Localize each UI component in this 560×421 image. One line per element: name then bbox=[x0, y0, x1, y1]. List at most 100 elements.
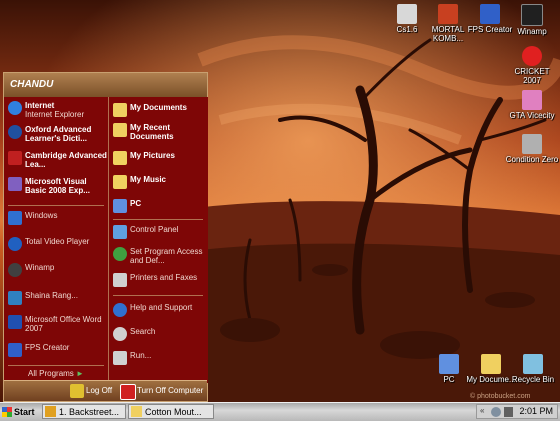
taskbar: Start 1. Backstreet... Cotton Mout... « … bbox=[0, 402, 560, 421]
desktop-icon-recycle-bin[interactable]: Recycle Bin bbox=[506, 354, 560, 384]
recent-title: Total Video Player bbox=[25, 237, 90, 246]
desktop-icon-label: GTA Vicecity bbox=[509, 111, 555, 120]
windows-flag-icon bbox=[2, 407, 12, 417]
recent-fps-creator[interactable]: FPS Creator bbox=[8, 343, 69, 357]
run[interactable]: Run... bbox=[113, 351, 151, 365]
fps-creator-icon bbox=[8, 343, 22, 357]
winamp-icon bbox=[521, 4, 543, 26]
printers-and-faxes[interactable]: Printers and Faxes bbox=[113, 273, 197, 287]
start-button[interactable]: Start bbox=[2, 404, 40, 420]
desktop-icon-gta[interactable]: GTA Vicecity bbox=[505, 90, 559, 120]
place-label: My Documents bbox=[130, 103, 187, 112]
recent-title: Shaina Rang... bbox=[25, 291, 78, 300]
network-icon[interactable] bbox=[491, 407, 501, 417]
taskbar-button-folder[interactable]: Cotton Mout... bbox=[128, 404, 214, 419]
separator bbox=[113, 219, 203, 220]
cricket-icon bbox=[522, 46, 542, 66]
volume-icon[interactable] bbox=[504, 407, 513, 417]
place-label: My Pictures bbox=[130, 151, 175, 160]
help-and-support[interactable]: Help and Support bbox=[113, 303, 192, 317]
cambridge-dictionary-icon bbox=[8, 151, 22, 165]
windows-icon bbox=[8, 211, 22, 225]
turn-off-button[interactable] bbox=[120, 384, 136, 400]
program-access[interactable]: Set Program Access and Def... bbox=[113, 247, 208, 265]
search[interactable]: Search bbox=[113, 327, 155, 341]
word-icon bbox=[8, 315, 22, 329]
separator bbox=[8, 205, 104, 206]
recent-word[interactable]: Microsoft Office Word 2007 bbox=[8, 315, 108, 333]
winamp-icon bbox=[8, 263, 22, 277]
desktop-icon-winamp[interactable]: Winamp bbox=[505, 4, 559, 36]
pinned-oxford[interactable]: Oxford Advanced Learner's Dicti... bbox=[8, 125, 108, 143]
settings-label: Control Panel bbox=[130, 225, 179, 234]
start-menu: CHANDU Internet Internet Explorer Oxford … bbox=[3, 72, 208, 402]
place-my-music[interactable]: My Music bbox=[113, 175, 166, 189]
help-label: Run... bbox=[130, 351, 152, 360]
help-label: Help and Support bbox=[130, 303, 193, 312]
task-label: 1. Backstreet... bbox=[59, 406, 120, 417]
log-off-button[interactable] bbox=[70, 384, 84, 398]
taskbar-button-winamp[interactable]: 1. Backstreet... bbox=[42, 404, 126, 419]
pinned-cambridge[interactable]: Cambridge Advanced Lea... bbox=[8, 151, 108, 169]
desktop-icon-label: Condition Zero bbox=[505, 155, 559, 164]
recent-title: Microsoft Visual Basic 2008 Exp... bbox=[25, 177, 90, 195]
separator bbox=[113, 295, 203, 296]
recycle-bin-icon bbox=[523, 354, 543, 374]
control-panel-icon bbox=[113, 225, 127, 239]
desktop-icon-cricket[interactable]: CRICKET 2007 bbox=[505, 46, 559, 85]
settings-label: Set Program Access and Def... bbox=[130, 247, 203, 265]
all-programs-label: All Programs bbox=[28, 369, 74, 378]
desktop-icon-label: Recycle Bin bbox=[511, 375, 555, 384]
computer-icon bbox=[439, 354, 459, 374]
program-access-icon bbox=[113, 247, 127, 261]
visual-basic-icon bbox=[8, 177, 22, 191]
start-menu-places-pane: My Documents My Recent Documents My Pict… bbox=[108, 97, 208, 383]
documents-folder-icon bbox=[113, 103, 127, 117]
start-menu-user-name: CHANDU bbox=[4, 73, 207, 98]
place-pc[interactable]: PC bbox=[113, 199, 141, 213]
desktop-icon-condition-zero[interactable]: Condition Zero bbox=[505, 134, 559, 164]
desktop-icon-label: Winamp bbox=[517, 27, 547, 36]
all-programs-button[interactable]: All Programs ► bbox=[4, 369, 108, 378]
start-menu-programs-pane: Internet Internet Explorer Oxford Advance… bbox=[4, 97, 108, 383]
turn-off-label: Turn Off Computer bbox=[137, 386, 204, 395]
recent-documents-icon bbox=[113, 123, 127, 137]
recent-visual-basic[interactable]: Microsoft Visual Basic 2008 Exp... bbox=[8, 177, 108, 195]
start-menu-footer: Log Off Turn Off Computer bbox=[4, 380, 207, 401]
folder-icon bbox=[131, 406, 142, 417]
clock[interactable]: 2:01 PM bbox=[519, 406, 553, 416]
cs-icon bbox=[397, 4, 417, 24]
separator bbox=[8, 365, 104, 366]
help-icon bbox=[113, 303, 127, 317]
recent-video-player[interactable]: Total Video Player bbox=[8, 237, 89, 251]
start-label: Start bbox=[14, 407, 35, 417]
winamp-icon bbox=[45, 406, 56, 417]
music-folder-icon bbox=[113, 175, 127, 189]
printer-icon bbox=[113, 273, 127, 287]
place-recent-documents[interactable]: My Recent Documents bbox=[113, 123, 208, 141]
chevron-left-icon[interactable]: « bbox=[480, 406, 484, 415]
pinned-internet[interactable]: Internet Internet Explorer bbox=[8, 101, 84, 119]
oxford-dictionary-icon bbox=[8, 125, 22, 139]
recent-title: Windows bbox=[25, 211, 58, 220]
pinned-title: Cambridge Advanced Lea... bbox=[25, 151, 107, 169]
recent-title: FPS Creator bbox=[25, 343, 70, 352]
fps-creator-icon bbox=[480, 4, 500, 24]
control-panel[interactable]: Control Panel bbox=[113, 225, 178, 239]
recent-title: Winamp bbox=[25, 263, 55, 272]
place-label: My Recent Documents bbox=[130, 123, 174, 141]
place-my-documents[interactable]: My Documents bbox=[113, 103, 187, 117]
settings-label: Printers and Faxes bbox=[130, 273, 198, 282]
app-icon bbox=[8, 291, 22, 305]
desktop-icon-label: CRICKET 2007 bbox=[514, 67, 550, 85]
pinned-subtitle: Internet Explorer bbox=[25, 110, 85, 119]
pinned-title: Oxford Advanced Learner's Dicti... bbox=[25, 125, 92, 143]
computer-icon bbox=[113, 199, 127, 213]
recent-windows[interactable]: Windows bbox=[8, 211, 57, 225]
log-off-label: Log Off bbox=[86, 386, 113, 395]
place-label: PC bbox=[130, 199, 142, 208]
recent-shaina[interactable]: Shaina Rang... bbox=[8, 291, 78, 305]
recent-winamp[interactable]: Winamp bbox=[8, 263, 54, 277]
place-my-pictures[interactable]: My Pictures bbox=[113, 151, 175, 165]
condition-zero-icon bbox=[522, 134, 542, 154]
